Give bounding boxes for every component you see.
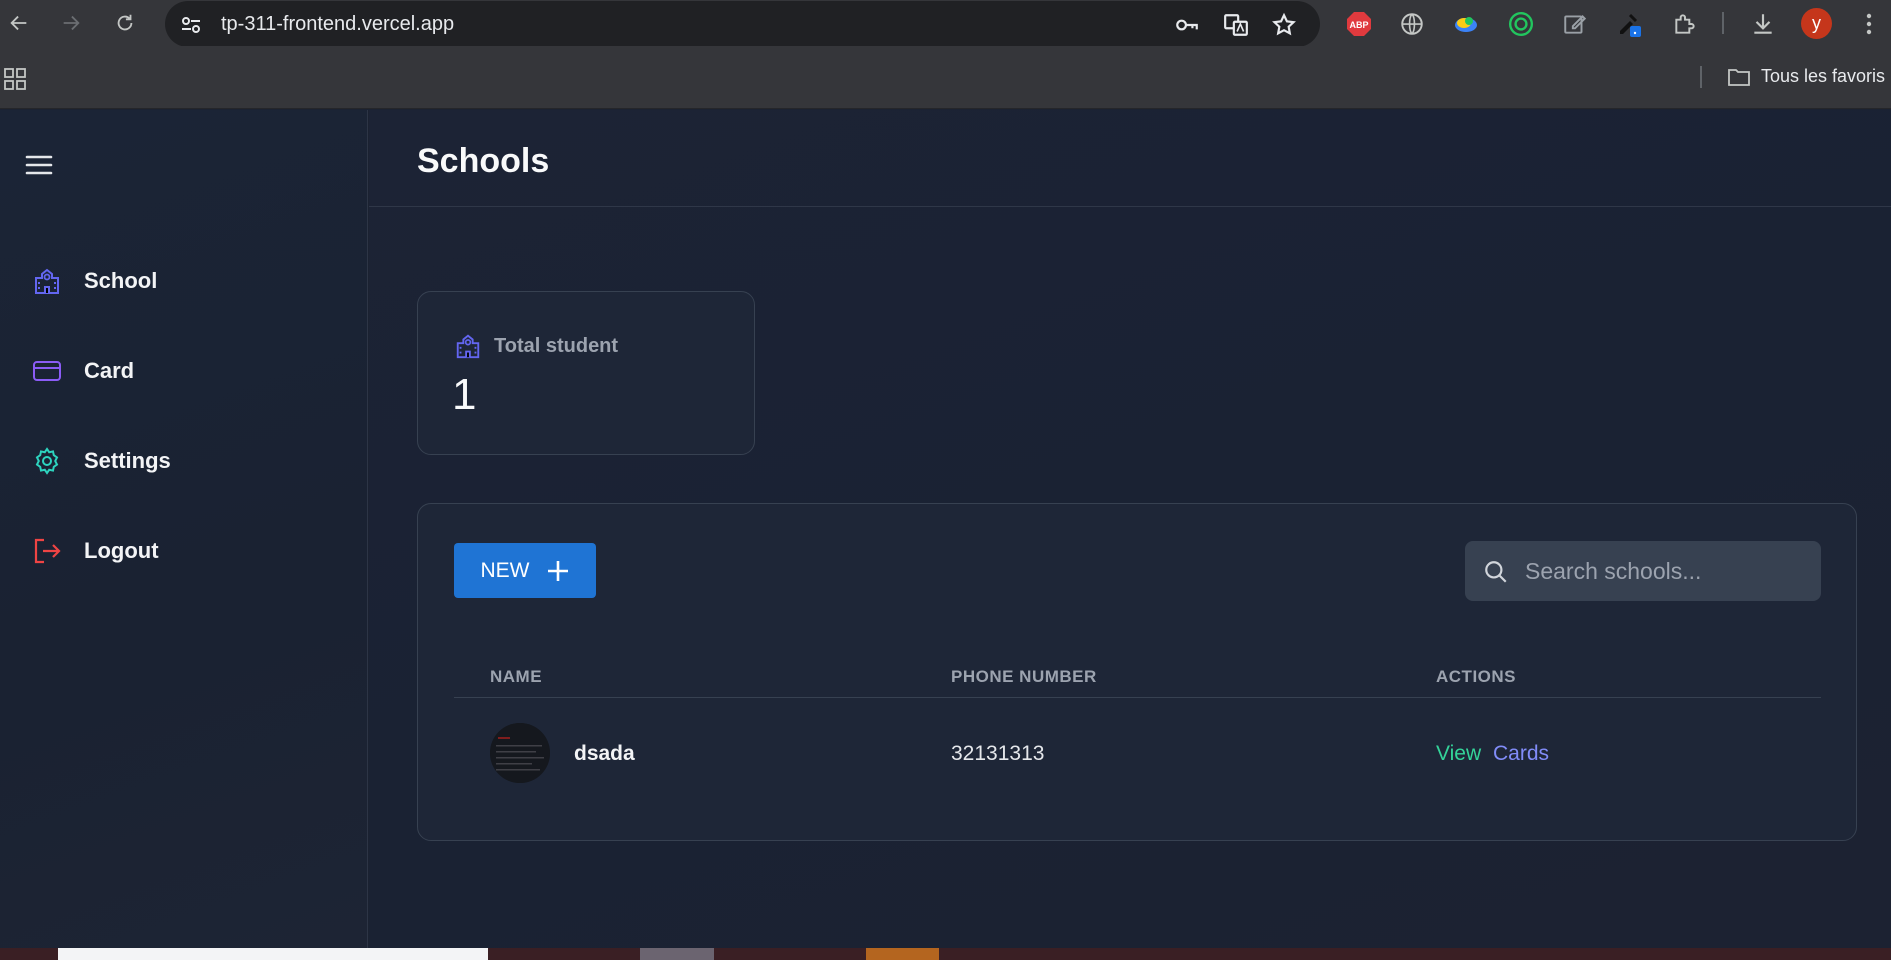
- sidebar-item-logout[interactable]: Logout: [32, 536, 159, 566]
- site-settings-icon[interactable]: [179, 13, 203, 37]
- back-icon[interactable]: [2, 6, 36, 40]
- school-phone: 32131313: [951, 742, 1045, 765]
- address-bar[interactable]: tp-311-frontend.vercel.app: [165, 1, 1320, 47]
- bookmarks-divider: [1700, 66, 1702, 88]
- sidebar-item-label: Card: [84, 358, 135, 383]
- school-icon: [32, 266, 62, 296]
- sidebar-item-label: Settings: [84, 448, 171, 473]
- stat-label-row: Total student: [454, 332, 618, 360]
- colorful-extension-icon[interactable]: [1451, 9, 1481, 39]
- school-icon: [454, 332, 482, 360]
- new-button-label: NEW: [480, 558, 530, 582]
- stat-value: 1: [452, 370, 477, 419]
- download-icon[interactable]: [1748, 9, 1778, 39]
- credit-card-icon: [32, 356, 62, 386]
- sidebar-item-label: School: [84, 268, 158, 293]
- pencil-extension-icon[interactable]: [1560, 9, 1590, 39]
- plus-icon: [546, 559, 570, 583]
- sidebar: School Card Settings Logout: [0, 110, 368, 948]
- password-key-icon[interactable]: [1173, 11, 1201, 39]
- new-school-button[interactable]: NEW: [454, 543, 596, 598]
- taskbar-window-thumbnail[interactable]: [640, 948, 714, 960]
- main-content: Schools Total student 1 NEW NAME PHONE N…: [369, 110, 1891, 948]
- page-title: Schools: [417, 142, 550, 180]
- search-icon: [1483, 559, 1509, 585]
- view-link[interactable]: View: [1436, 742, 1481, 766]
- puzzle-icon[interactable]: [1670, 9, 1700, 39]
- folder-icon: [1727, 67, 1751, 87]
- os-taskbar: [0, 948, 1891, 960]
- picker-extension-icon[interactable]: [1615, 9, 1645, 39]
- sidebar-item-settings[interactable]: Settings: [32, 446, 171, 476]
- menu-toggle-icon[interactable]: [24, 150, 54, 180]
- url-text[interactable]: tp-311-frontend.vercel.app: [221, 13, 454, 36]
- page-header: Schools: [369, 110, 1891, 207]
- bookmark-folder-label: Tous les favoris: [1761, 66, 1886, 86]
- logout-icon: [32, 536, 62, 566]
- taskbar-window-thumbnail[interactable]: [866, 948, 939, 960]
- translate-icon[interactable]: [1222, 11, 1250, 39]
- all-bookmarks-folder[interactable]: Tous les favoris: [1727, 66, 1885, 87]
- forward-icon[interactable]: [54, 6, 88, 40]
- sidebar-item-card[interactable]: Card: [32, 356, 134, 386]
- sidebar-item-label: Logout: [84, 538, 159, 563]
- column-header-name[interactable]: NAME: [490, 667, 542, 687]
- profile-avatar[interactable]: y: [1801, 8, 1832, 39]
- school-avatar: [490, 723, 550, 783]
- bookmarks-bar: Tous les favoris: [0, 46, 1891, 109]
- gear-icon: [32, 446, 62, 476]
- sidebar-item-school[interactable]: School: [32, 266, 157, 296]
- globe-icon[interactable]: [1397, 9, 1427, 39]
- schools-table-panel: NEW NAME PHONE NUMBER ACTIONS: [417, 503, 1857, 841]
- apps-grid-icon[interactable]: [4, 68, 26, 90]
- svg-text:ABP: ABP: [1349, 20, 1368, 30]
- toolbar-divider: [1722, 12, 1724, 34]
- reload-icon[interactable]: [108, 6, 142, 40]
- bookmark-star-icon[interactable]: [1270, 11, 1298, 39]
- cards-link[interactable]: Cards: [1493, 742, 1549, 766]
- search-box[interactable]: [1465, 541, 1821, 601]
- school-name: dsada: [574, 742, 635, 765]
- abp-icon[interactable]: ABP: [1344, 9, 1374, 39]
- taskbar-window-thumbnail[interactable]: [58, 948, 488, 960]
- search-input[interactable]: [1525, 541, 1805, 601]
- stat-label: Total student: [494, 334, 619, 357]
- browser-toolbar: tp-311-frontend.vercel.app ABP y: [0, 0, 1891, 47]
- table-header-divider: [454, 697, 1821, 698]
- target-extension-icon[interactable]: [1506, 9, 1536, 39]
- column-header-phone[interactable]: PHONE NUMBER: [951, 667, 1097, 687]
- kebab-menu-icon[interactable]: [1854, 9, 1884, 39]
- total-student-card: Total student 1: [417, 291, 755, 455]
- column-header-actions: ACTIONS: [1436, 667, 1516, 686]
